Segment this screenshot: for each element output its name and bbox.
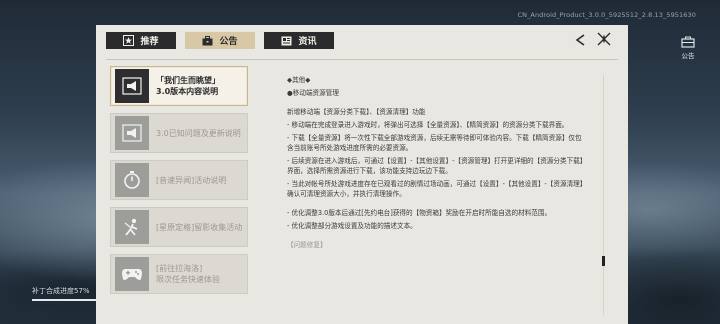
briefcase-icon — [202, 35, 213, 45]
announcement-content: ◆其他◆ ●移动端资源管理 新增移动端【资源分类下载】、【资源清理】功能 - 移… — [287, 75, 587, 324]
content-heading: ◆其他◆ — [287, 76, 311, 84]
list-item-title: [前往拉海洛] — [156, 264, 203, 273]
content-paragraph: - 优化调整部分游戏设置及功能的描述文本。 — [287, 222, 417, 230]
content-section-heading: 【问题修复】 — [287, 241, 327, 249]
side-notice-label: 公告 — [681, 52, 695, 60]
news-icon — [281, 36, 292, 45]
content-scrollbar[interactable] — [602, 256, 605, 266]
notice-icon — [681, 36, 695, 48]
list-item[interactable]: [前往拉海洛] 限次任务快速体验 — [110, 254, 248, 294]
list-item[interactable]: [音速异闻]活动说明 — [110, 160, 248, 200]
list-item[interactable]: 「我们生而眺望」 3.0版本内容说明 — [110, 66, 248, 106]
content-scroll-track[interactable] — [603, 75, 604, 315]
tab-recommend-label: 推荐 — [140, 37, 159, 47]
panel-controls — [574, 31, 612, 51]
content-paragraph: - 移动端在完成登录进入游戏时，将弹出可选择【全量资源】、【精简资源】的资源分类… — [287, 121, 569, 129]
gamepad-icon — [115, 257, 149, 291]
tab-recommend[interactable]: 推荐 — [106, 32, 176, 49]
announcement-list: 「我们生而眺望」 3.0版本内容说明 3.0已知问题及更新说明 [音速异闻]活动… — [110, 66, 250, 324]
megaphone-icon — [115, 69, 149, 103]
tab-news[interactable]: 资讯 — [264, 32, 334, 49]
announcement-panel: 推荐 公告 资讯 「我们生而眺望」 3.0版本内容说明 3.0已知问题及更新说明… — [96, 25, 628, 324]
list-item[interactable]: 3.0已知问题及更新说明 — [110, 113, 248, 153]
tab-news-label: 资讯 — [298, 37, 317, 47]
content-paragraph: - 下载【全量资源】将一次性下载全部游戏资源，后续无需等待即可体验内容。下载【精… — [287, 134, 582, 152]
chevron-left-icon — [575, 33, 585, 46]
list-item-subtitle: 限次任务快速体验 — [156, 275, 220, 284]
list-item-title: [星原定格]留影收集活动 — [156, 222, 243, 232]
close-button[interactable] — [596, 31, 612, 51]
megaphone-icon — [115, 116, 149, 150]
content-paragraph: - 优化调整3.0版本后通过[先约电台]获得的【物资箱】奖励在开启时所能自选的材… — [287, 209, 552, 217]
back-button[interactable] — [574, 32, 586, 51]
tab-bar: 推荐 公告 资讯 — [106, 32, 334, 49]
close-icon — [597, 32, 611, 46]
list-item-title: [音速异闻]活动说明 — [156, 175, 227, 185]
stopwatch-icon — [115, 163, 149, 197]
list-item-title: 3.0已知问题及更新说明 — [156, 128, 241, 138]
list-item-subtitle: 3.0版本内容说明 — [156, 87, 219, 96]
figure-icon — [115, 210, 149, 244]
content-paragraph: 新增移动端【资源分类下载】、【资源清理】功能 — [287, 108, 426, 116]
content-paragraph: - 后续资源在进入游戏后，可通过【设置】-【其他设置】-【资源管理】打开更详细的… — [287, 157, 587, 175]
build-info: CN_Android_Product_3.0.0_5925512_2.8.13_… — [517, 11, 696, 19]
list-item[interactable]: [星原定格]留影收集活动 — [110, 207, 248, 247]
tab-notice[interactable]: 公告 — [185, 32, 255, 49]
side-notice-button[interactable]: 公告 — [676, 36, 700, 60]
tab-notice-label: 公告 — [219, 37, 238, 47]
star-card-icon — [123, 35, 135, 46]
list-item-title: 「我们生而眺望」 — [156, 76, 220, 85]
content-paragraph: - 当此对帐号所处游戏进度存在已观看过的剧情过场动画，可通过【设置】-【其他设置… — [287, 180, 587, 198]
content-subheading: ●移动端资源管理 — [287, 89, 339, 97]
header-divider — [106, 59, 618, 60]
